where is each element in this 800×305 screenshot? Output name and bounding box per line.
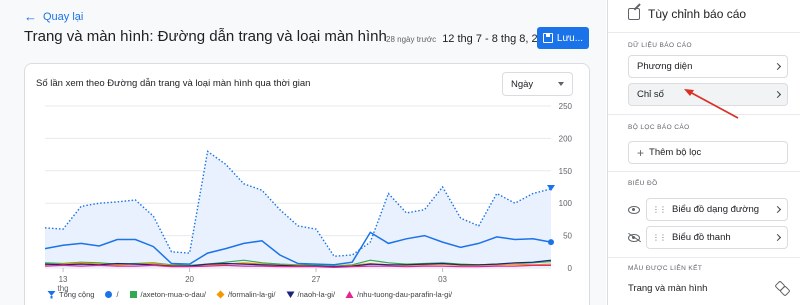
x-tick-label: 27 bbox=[312, 275, 321, 284]
x-tick-label: 13 bbox=[59, 275, 68, 284]
section-label-report-filter: BỘ LỌC BÁO CÁO bbox=[628, 124, 690, 131]
y-tick-label: 250 bbox=[559, 102, 573, 111]
panel-header: Tùy chỉnh báo cáo bbox=[628, 7, 746, 21]
legend-swatch-icon bbox=[286, 291, 295, 298]
legend-label: /axeton-mua-o-dau/ bbox=[140, 290, 206, 299]
series-end-marker bbox=[548, 239, 554, 246]
legend-label: /formalin-la-gi/ bbox=[228, 290, 276, 299]
legend-item[interactable]: /nhu-tuong-dau-parafin-la-gi/ bbox=[345, 290, 452, 299]
visibility-off-icon[interactable] bbox=[628, 233, 640, 242]
dimensions-row[interactable]: Phương diện bbox=[628, 55, 788, 78]
section-label-linked: MẪU ĐƯỢC LIÊN KẾT bbox=[628, 265, 703, 272]
metrics-row[interactable]: Chỉ số bbox=[628, 83, 788, 106]
chevron-right-icon bbox=[773, 205, 782, 214]
panel-title: Tùy chỉnh báo cáo bbox=[648, 7, 747, 21]
plus-icon: + bbox=[637, 145, 645, 160]
drag-handle-icon[interactable]: ⋮⋮ bbox=[652, 233, 667, 242]
linked-template-row[interactable]: Trang và màn hình bbox=[628, 282, 788, 294]
divider bbox=[608, 257, 800, 258]
legend-label: / bbox=[116, 290, 119, 299]
visibility-icon[interactable] bbox=[628, 205, 640, 214]
drag-handle-icon[interactable]: ⋮⋮ bbox=[652, 205, 667, 214]
legend-label: Tổng cộng bbox=[59, 290, 95, 299]
add-filter-label: Thêm bộ lọc bbox=[649, 147, 702, 158]
add-filter-button[interactable]: + Thêm bộ lọc bbox=[628, 141, 788, 164]
dimensions-label: Phương diện bbox=[637, 61, 693, 72]
section-label-charts: BIỂU ĐỒ bbox=[628, 180, 658, 187]
line-chart-label: Biểu đồ dạng đường bbox=[672, 204, 760, 215]
chevron-right-icon bbox=[773, 62, 782, 71]
customize-report-panel: Tùy chỉnh báo cáo DỮ LIỆU BÁO CÁO Phương… bbox=[607, 0, 800, 305]
bar-chart-label: Biểu đồ thanh bbox=[672, 232, 731, 243]
chart-option-line: ⋮⋮ Biểu đồ dạng đường bbox=[628, 198, 788, 221]
legend-item[interactable]: /axeton-mua-o-dau/ bbox=[129, 290, 206, 299]
legend-item[interactable]: Tổng cộng bbox=[47, 290, 94, 299]
chevron-right-icon bbox=[773, 233, 782, 242]
section-label-report-data: DỮ LIỆU BÁO CÁO bbox=[628, 42, 692, 49]
line-chart: 05010015020025013thg20 27 03 bbox=[44, 102, 573, 293]
series-area-total bbox=[45, 151, 551, 268]
y-tick-label: 100 bbox=[559, 199, 573, 208]
legend-item[interactable]: /naoh-la-gi/ bbox=[286, 290, 336, 299]
y-tick-label: 0 bbox=[568, 264, 573, 273]
legend-swatch-icon bbox=[47, 291, 56, 299]
line-chart-option[interactable]: ⋮⋮ Biểu đồ dạng đường bbox=[646, 198, 788, 221]
legend-swatch-icon bbox=[105, 291, 113, 298]
chart-legend: Tổng cộng / /axeton-mua-o-dau/ /formalin-la… bbox=[47, 290, 452, 299]
legend-label: /naoh-la-gi/ bbox=[297, 290, 336, 299]
x-tick-label: 20 bbox=[185, 275, 194, 284]
divider bbox=[608, 114, 800, 115]
chevron-right-icon bbox=[773, 90, 782, 99]
legend-swatch-icon bbox=[345, 291, 354, 298]
y-tick-label: 150 bbox=[559, 167, 573, 176]
legend-item[interactable]: / bbox=[104, 290, 119, 299]
y-tick-label: 200 bbox=[559, 134, 573, 143]
y-tick-label: 50 bbox=[563, 232, 572, 241]
legend-swatch-icon bbox=[129, 291, 137, 298]
report-area: ← Quay lại Trang và màn hình: Đường dẫn … bbox=[0, 0, 606, 305]
divider bbox=[608, 171, 800, 172]
divider bbox=[608, 32, 800, 33]
edit-report-icon bbox=[628, 8, 640, 20]
legend-label: /nhu-tuong-dau-parafin-la-gi/ bbox=[357, 290, 453, 299]
x-tick-label: 03 bbox=[438, 275, 447, 284]
unlink-icon[interactable] bbox=[776, 282, 788, 294]
metrics-label: Chỉ số bbox=[637, 89, 664, 100]
legend-swatch-icon bbox=[216, 290, 225, 299]
chart-option-bar: ⋮⋮ Biểu đồ thanh bbox=[628, 226, 788, 249]
linked-template-label: Trang và màn hình bbox=[628, 282, 708, 294]
legend-item[interactable]: /formalin-la-gi/ bbox=[216, 290, 276, 299]
bar-chart-option[interactable]: ⋮⋮ Biểu đồ thanh bbox=[646, 226, 788, 249]
